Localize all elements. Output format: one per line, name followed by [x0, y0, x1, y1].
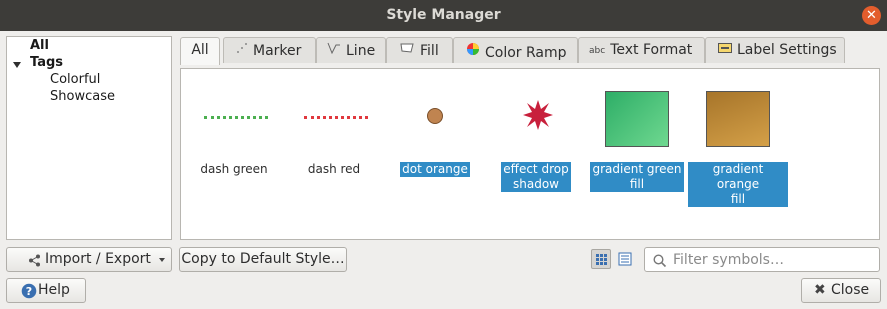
symbol-name: gradient orange fill: [688, 162, 788, 207]
gradient-fill-icon: [605, 91, 669, 147]
tag-tree: All Tags Colorful Showcase: [6, 36, 172, 240]
symbol-dash-green[interactable]: dash green: [184, 85, 284, 177]
symbol-preview: [587, 85, 687, 149]
symbol-dash-red[interactable]: dash red: [284, 85, 384, 177]
import-export-label: Import / Export: [45, 251, 151, 267]
icon-view-toggle[interactable]: [591, 249, 611, 269]
tab-label: Text Format: [610, 42, 693, 58]
close-button[interactable]: ✖ Close: [801, 278, 881, 303]
symbol-preview: [184, 85, 284, 149]
tab-label: Fill: [420, 43, 439, 59]
symbol-name: dash green: [200, 162, 268, 176]
import-export-button[interactable]: Import / Export: [6, 247, 172, 272]
line-icon: [327, 42, 341, 57]
dash-line-icon: [204, 116, 268, 119]
tab-fill[interactable]: Fill: [386, 37, 453, 63]
label-settings-icon: [718, 42, 732, 56]
close-x-icon: ✖: [814, 282, 826, 298]
dash-line-icon: [304, 116, 368, 119]
filter-symbols-field[interactable]: Filter symbols…: [644, 247, 880, 272]
symbol-gradient-orange-fill[interactable]: gradient orange fill: [688, 85, 788, 207]
copy-to-default-style-label: Copy to Default Style…: [181, 251, 345, 267]
list-view-icon: [618, 252, 632, 266]
dropdown-arrow-icon: [159, 258, 165, 262]
tab-label-settings[interactable]: Label Settings: [705, 37, 845, 63]
symbol-gradient-green-fill[interactable]: gradient green fill: [587, 85, 687, 192]
symbol-preview: [284, 85, 384, 149]
expand-arrow-icon[interactable]: [13, 62, 21, 68]
grid-view-icon: [596, 254, 607, 265]
tab-label: Label Settings: [737, 42, 837, 58]
help-label: Help: [38, 282, 70, 298]
tab-text-format[interactable]: abc Text Format: [578, 37, 705, 63]
gradient-fill-icon: [706, 91, 770, 147]
tree-item-all[interactable]: All: [30, 38, 49, 53]
tree-item-showcase[interactable]: Showcase: [50, 89, 115, 104]
symbol-name: dot orange: [400, 162, 470, 177]
symbol-name-line: gradient orange: [712, 162, 764, 191]
copy-to-default-style-button[interactable]: Copy to Default Style…: [179, 247, 347, 272]
symbol-preview: [385, 85, 485, 149]
fill-icon: [399, 42, 415, 57]
svg-text:?: ?: [26, 285, 32, 298]
tab-color-ramp[interactable]: Color Ramp: [453, 37, 578, 63]
tab-label: Line: [346, 43, 376, 59]
symbol-name-line: fill: [629, 177, 645, 191]
tree-item-colorful[interactable]: Colorful: [50, 72, 100, 87]
help-button[interactable]: ? Help: [6, 278, 86, 303]
tree-item-tags[interactable]: Tags: [30, 55, 63, 70]
title-bar: Style Manager ✕: [0, 0, 887, 31]
color-ramp-icon: [466, 42, 480, 59]
help-icon: ?: [21, 283, 37, 299]
symbol-list: dash green dash red dot orange effect dr…: [180, 68, 880, 240]
filter-symbols-placeholder: Filter symbols…: [673, 252, 784, 268]
share-icon: [29, 254, 40, 267]
symbol-effect-drop-shadow[interactable]: effect drop shadow: [486, 85, 586, 192]
dot-marker-icon: [427, 108, 443, 124]
window-close-button[interactable]: ✕: [862, 6, 881, 25]
star-marker-icon: [523, 100, 553, 130]
symbol-preview: [486, 85, 586, 149]
marker-icon: [236, 42, 248, 57]
tab-line[interactable]: Line: [316, 37, 386, 63]
symbol-name-line: gradient green: [592, 162, 682, 176]
symbol-name: dash red: [307, 162, 361, 176]
list-view-toggle[interactable]: [615, 249, 635, 269]
symbol-name-line: effect drop: [503, 162, 569, 176]
search-icon: [653, 254, 667, 268]
tab-label: Marker: [253, 43, 302, 59]
symbol-name: gradient green fill: [590, 162, 684, 192]
symbol-name: effect drop shadow: [501, 162, 571, 192]
style-manager-window: All Tags Colorful Showcase All Marker Li…: [0, 31, 887, 309]
symbol-preview: [688, 85, 788, 149]
tab-label: All: [191, 42, 209, 58]
symbol-name-line: fill: [730, 192, 746, 206]
close-label: Close: [831, 282, 870, 298]
tab-all[interactable]: All: [180, 37, 220, 65]
symbol-dot-orange[interactable]: dot orange: [385, 85, 485, 177]
tab-label: Color Ramp: [485, 45, 567, 61]
tab-marker[interactable]: Marker: [223, 37, 316, 63]
text-format-icon: abc: [589, 46, 606, 56]
window-title: Style Manager: [386, 7, 501, 23]
symbol-name-line: shadow: [513, 177, 559, 191]
